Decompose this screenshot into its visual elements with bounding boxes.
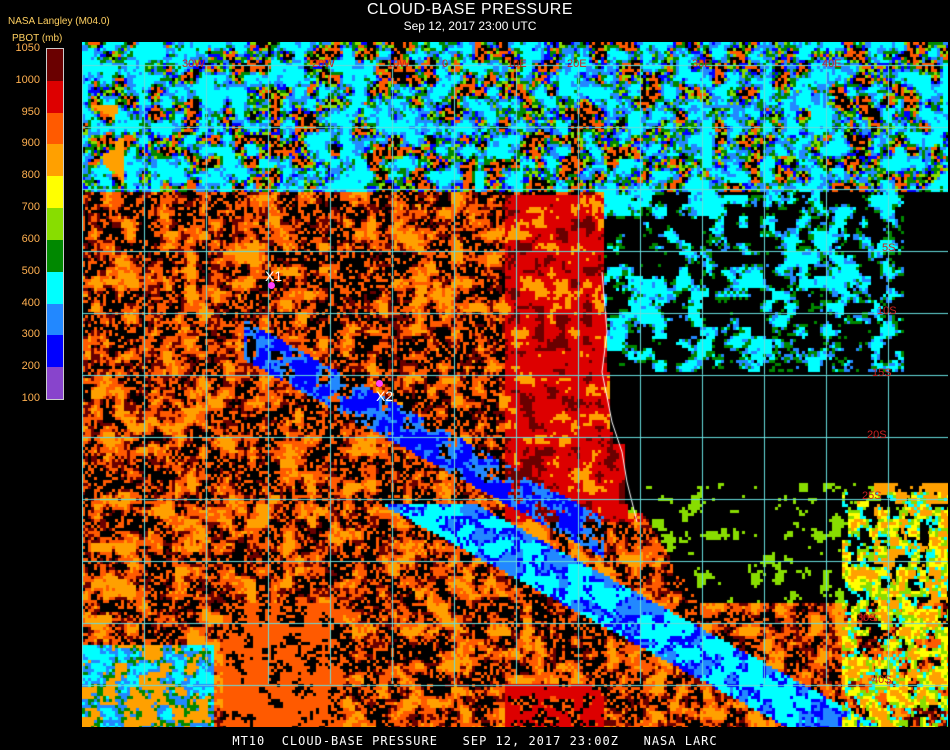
legend-swatch bbox=[47, 112, 63, 145]
legend-tick-label: 300 bbox=[21, 328, 40, 341]
legend-tick-label: 700 bbox=[21, 201, 40, 214]
color-legend bbox=[46, 48, 64, 400]
legend-swatch bbox=[47, 303, 63, 336]
legend-tick-label: 1000 bbox=[15, 73, 40, 86]
legend-swatch bbox=[47, 80, 63, 113]
legend-tick-label: 800 bbox=[21, 169, 40, 182]
footer-caption: MT10 CLOUD-BASE PRESSURE SEP 12, 2017 23… bbox=[232, 734, 718, 748]
legend-swatch bbox=[47, 367, 63, 400]
legend-swatch bbox=[47, 335, 63, 368]
legend-tick-label: 400 bbox=[21, 296, 40, 309]
legend-tick-label: 600 bbox=[21, 232, 40, 245]
legend-swatch bbox=[47, 239, 63, 272]
legend-tick-label: 950 bbox=[21, 105, 40, 118]
legend-tick-label: 1050 bbox=[15, 42, 40, 54]
map-title: CLOUD-BASE PRESSURE bbox=[367, 1, 573, 18]
cloud-base-pressure-map[interactable] bbox=[82, 42, 948, 727]
legend-swatch bbox=[47, 144, 63, 177]
map-timestamp: Sep 12, 2017 23:00 UTC bbox=[403, 19, 537, 33]
legend-swatch bbox=[47, 176, 63, 209]
legend-swatch bbox=[47, 49, 63, 81]
legend-tick-label: 200 bbox=[21, 360, 40, 373]
legend-tick-label: 900 bbox=[21, 137, 40, 150]
legend-tick-label: 500 bbox=[21, 264, 40, 277]
legend-swatch bbox=[47, 208, 63, 241]
legend-swatch bbox=[47, 271, 63, 304]
product-source: NASA Langley (M04.0) bbox=[8, 16, 110, 27]
legend-tick-label: 100 bbox=[21, 392, 40, 404]
